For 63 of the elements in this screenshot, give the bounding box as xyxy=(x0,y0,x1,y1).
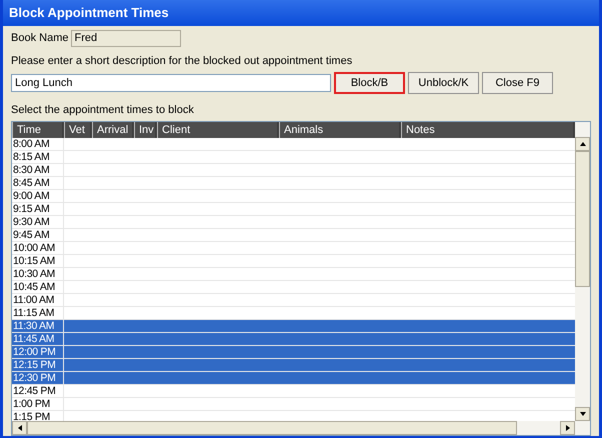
time-cell: 11:00 AM xyxy=(12,294,64,306)
action-button[interactable]: Block/B xyxy=(334,72,405,94)
description-label: Please enter a short description for the blocked out appointment times xyxy=(11,55,354,68)
table-row[interactable]: 10:15 AM xyxy=(12,255,575,268)
table-row[interactable]: 10:30 AM xyxy=(12,268,575,281)
time-cell: 9:00 AM xyxy=(12,190,64,202)
scroll-thumb[interactable] xyxy=(575,151,590,287)
time-cell: 12:30 PM xyxy=(12,372,64,384)
table-row[interactable]: 12:00 PM xyxy=(12,346,575,359)
table-row[interactable]: 10:00 AM xyxy=(12,242,575,255)
table-row[interactable]: 8:45 AM xyxy=(12,177,575,190)
table-row[interactable]: 9:15 AM xyxy=(12,203,575,216)
description-field[interactable]: Long Lunch xyxy=(11,74,331,92)
time-cell: 8:15 AM xyxy=(12,151,64,163)
time-cell: 11:15 AM xyxy=(12,307,64,319)
table-row[interactable]: 1:00 PM xyxy=(12,398,575,411)
time-cell: 1:00 PM xyxy=(12,398,64,410)
table-row[interactable]: 11:45 AM xyxy=(12,333,575,346)
table-row[interactable]: 8:30 AM xyxy=(12,164,575,177)
book-name-label: Book Name xyxy=(11,30,68,46)
time-cell: 12:15 PM xyxy=(12,359,64,371)
scroll-left-icon[interactable] xyxy=(12,421,27,435)
table-row[interactable]: 11:00 AM xyxy=(12,294,575,307)
column-header[interactable]: Notes xyxy=(401,122,573,138)
time-cell: 10:45 AM xyxy=(12,281,64,293)
time-cell: 11:45 AM xyxy=(12,333,64,345)
table-row[interactable]: 9:45 AM xyxy=(12,229,575,242)
column-header[interactable]: Time xyxy=(12,122,62,138)
time-cell: 8:30 AM xyxy=(12,164,64,176)
table-row[interactable]: 12:45 PM xyxy=(12,385,575,398)
table-row[interactable]: 8:15 AM xyxy=(12,151,575,164)
table-row[interactable]: 9:30 AM xyxy=(12,216,575,229)
scroll-down-icon[interactable] xyxy=(575,407,590,421)
column-header[interactable]: Arrival xyxy=(92,122,132,138)
scroll-right-icon[interactable] xyxy=(560,421,575,435)
table-row[interactable]: 11:30 AM xyxy=(12,320,575,333)
time-cell: 10:30 AM xyxy=(12,268,64,280)
time-cell: 12:00 PM xyxy=(12,346,64,358)
table-row[interactable]: 11:15 AM xyxy=(12,307,575,320)
column-header[interactable]: Inv xyxy=(134,122,155,138)
column-header[interactable]: Client xyxy=(157,122,277,138)
table-row[interactable]: 10:45 AM xyxy=(12,281,575,294)
column-header[interactable]: Vet xyxy=(64,122,90,138)
time-cell: 11:30 AM xyxy=(12,320,64,332)
time-cell: 9:45 AM xyxy=(12,229,64,241)
window-title: Block Appointment Times xyxy=(3,0,599,26)
table-row[interactable]: 12:15 PM xyxy=(12,359,575,372)
time-cell: 12:45 PM xyxy=(12,385,64,397)
time-cell: 10:00 AM xyxy=(12,242,64,254)
scroll-up-icon[interactable] xyxy=(575,137,590,151)
grid-label: Select the appointment times to block xyxy=(11,104,195,117)
column-header[interactable]: Animals xyxy=(279,122,399,138)
table-row[interactable]: 9:00 AM xyxy=(12,190,575,203)
table-row[interactable]: 12:30 PM xyxy=(12,372,575,385)
time-cell: 9:15 AM xyxy=(12,203,64,215)
action-button[interactable]: Unblock/K xyxy=(408,72,479,94)
time-cell: 8:00 AM xyxy=(12,138,64,150)
table-row[interactable]: 8:00 AM xyxy=(12,138,575,151)
book-name-field: Fred xyxy=(71,30,182,46)
time-cell: 8:45 AM xyxy=(12,177,64,189)
time-cell: 9:30 AM xyxy=(12,216,64,228)
action-button[interactable]: Close F9 xyxy=(482,72,553,94)
time-cell: 10:15 AM xyxy=(12,255,64,267)
